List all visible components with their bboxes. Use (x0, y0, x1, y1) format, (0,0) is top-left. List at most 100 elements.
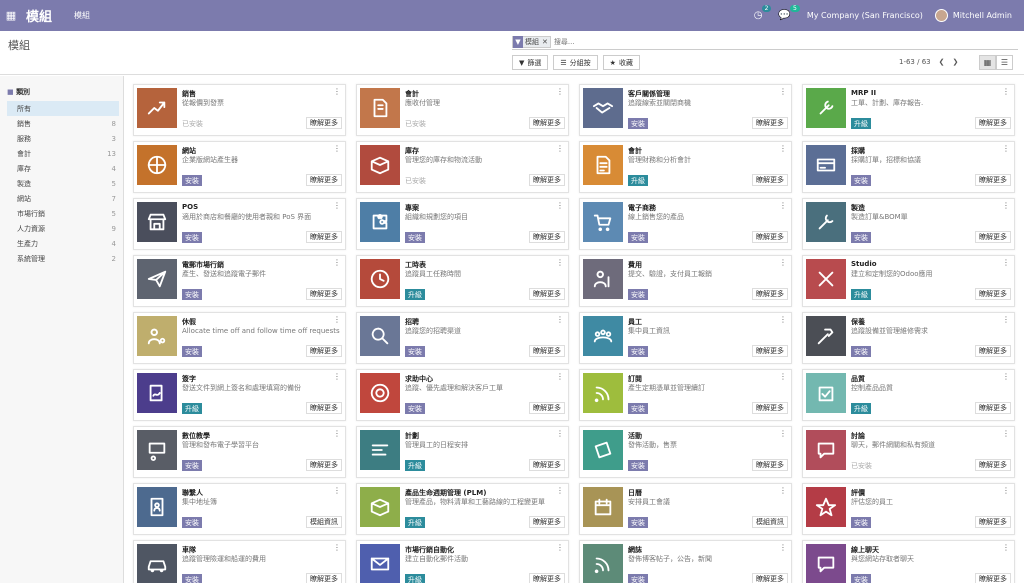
upgrade-button[interactable]: 升級 (405, 460, 425, 471)
learn-more-button[interactable]: 瞭解更多 (529, 345, 565, 357)
module-card[interactable]: 討論 聊天，郵件網關和私有頻道 已安裝 瞭解更多 ⋮ (802, 426, 1015, 478)
more-options-icon[interactable]: ⋮ (556, 372, 564, 381)
sidebar-item[interactable]: 銷售 8 (7, 116, 119, 131)
learn-more-button[interactable]: 瞭解更多 (306, 573, 342, 583)
learn-more-button[interactable]: 瞭解更多 (306, 288, 342, 300)
sidebar-item[interactable]: 製造 5 (7, 176, 119, 191)
learn-more-button[interactable]: 瞭解更多 (975, 402, 1011, 414)
learn-more-button[interactable]: 瞭解更多 (306, 174, 342, 186)
more-options-icon[interactable]: ⋮ (1002, 87, 1010, 96)
list-view-icon[interactable]: ☰ (996, 55, 1013, 70)
learn-more-button[interactable]: 模組資訊 (306, 516, 342, 528)
install-button[interactable]: 安裝 (628, 574, 648, 583)
module-card[interactable]: 採購 採購訂單，招標和協議 安裝 瞭解更多 ⋮ (802, 141, 1015, 193)
more-options-icon[interactable]: ⋮ (779, 315, 787, 324)
module-card[interactable]: 日曆 安排員工會議 安裝 模組資訊 ⋮ (579, 483, 792, 535)
sidebar-item[interactable]: 市場行銷 5 (7, 206, 119, 221)
messages-icon[interactable]: 💬 5 (778, 5, 800, 21)
upgrade-button[interactable]: 升級 (851, 403, 871, 414)
sidebar-item[interactable]: 系統管理 2 (7, 251, 119, 266)
learn-more-button[interactable]: 瞭解更多 (975, 516, 1011, 528)
more-options-icon[interactable]: ⋮ (1002, 201, 1010, 210)
install-button[interactable]: 安裝 (628, 232, 648, 243)
module-card[interactable]: 評價 評估您的員工 安裝 瞭解更多 ⋮ (802, 483, 1015, 535)
install-button[interactable]: 安裝 (851, 175, 871, 186)
module-card[interactable]: 網站 企業版網站產生器 安裝 瞭解更多 ⋮ (133, 141, 346, 193)
learn-more-button[interactable]: 瞭解更多 (975, 345, 1011, 357)
module-card[interactable]: 電子商務 線上銷售您的產品 安裝 瞭解更多 ⋮ (579, 198, 792, 250)
learn-more-button[interactable]: 模組資訊 (752, 516, 788, 528)
more-options-icon[interactable]: ⋮ (333, 201, 341, 210)
more-options-icon[interactable]: ⋮ (779, 372, 787, 381)
module-card[interactable]: 招聘 追蹤您的招聘渠道 安裝 瞭解更多 ⋮ (356, 312, 569, 364)
module-card[interactable]: 保養 追蹤設備並管理維修需求 安裝 瞭解更多 ⋮ (802, 312, 1015, 364)
user-menu[interactable]: Mitchell Admin (953, 11, 1012, 20)
learn-more-button[interactable]: 瞭解更多 (752, 573, 788, 583)
upgrade-button[interactable]: 升級 (182, 403, 202, 414)
module-card[interactable]: 客戶關係管理 追蹤線索並關閉商機 安裝 瞭解更多 ⋮ (579, 84, 792, 136)
close-icon[interactable]: ✕ (542, 38, 548, 46)
install-button[interactable]: 安裝 (628, 118, 648, 129)
install-button[interactable]: 安裝 (851, 346, 871, 357)
upgrade-button[interactable]: 升級 (405, 289, 425, 300)
app-brand[interactable]: 模組 (26, 6, 52, 25)
learn-more-button[interactable]: 瞭解更多 (752, 288, 788, 300)
company-switcher[interactable]: My Company (San Francisco) (807, 11, 923, 20)
module-card[interactable]: 簽字 發送文件到網上簽名和處理填寫的備份 升級 瞭解更多 ⋮ (133, 369, 346, 421)
learn-more-button[interactable]: 瞭解更多 (752, 459, 788, 471)
groupby-button[interactable]: ☰ 分組按 (553, 55, 598, 70)
learn-more-button[interactable]: 瞭解更多 (752, 231, 788, 243)
module-card[interactable]: 會計 管理財務和分析會計 升級 瞭解更多 ⋮ (579, 141, 792, 193)
more-options-icon[interactable]: ⋮ (1002, 543, 1010, 552)
module-card[interactable]: 電郵市場行銷 產生、發送和追蹤電子郵件 安裝 瞭解更多 ⋮ (133, 255, 346, 307)
install-button[interactable]: 安裝 (628, 403, 648, 414)
upgrade-button[interactable]: 升級 (851, 289, 871, 300)
more-options-icon[interactable]: ⋮ (779, 258, 787, 267)
learn-more-button[interactable]: 瞭解更多 (975, 573, 1011, 583)
learn-more-button[interactable]: 瞭解更多 (306, 231, 342, 243)
more-options-icon[interactable]: ⋮ (333, 315, 341, 324)
learn-more-button[interactable]: 瞭解更多 (975, 459, 1011, 471)
learn-more-button[interactable]: 瞭解更多 (975, 174, 1011, 186)
install-button[interactable]: 安裝 (851, 232, 871, 243)
sidebar-item[interactable]: 服務 3 (7, 131, 119, 146)
install-button[interactable]: 安裝 (405, 403, 425, 414)
sidebar-item[interactable]: 庫存 4 (7, 161, 119, 176)
module-card[interactable]: 銷售 從報價到發票 已安裝 瞭解更多 ⋮ (133, 84, 346, 136)
learn-more-button[interactable]: 瞭解更多 (529, 459, 565, 471)
search-facet[interactable]: ▼ 模組 ✕ (512, 36, 551, 48)
learn-more-button[interactable]: 瞭解更多 (752, 345, 788, 357)
more-options-icon[interactable]: ⋮ (1002, 258, 1010, 267)
learn-more-button[interactable]: 瞭解更多 (306, 459, 342, 471)
module-card[interactable]: 庫存 管理您的庫存和物流活動 已安裝 瞭解更多 ⋮ (356, 141, 569, 193)
pager-value[interactable]: 1-63 / 63 (899, 58, 931, 66)
chevron-right-icon[interactable]: ❯ (952, 58, 958, 66)
learn-more-button[interactable]: 瞭解更多 (975, 117, 1011, 129)
module-card[interactable]: 求助中心 追蹤、優先處理和解決客戶工單 安裝 瞭解更多 ⋮ (356, 369, 569, 421)
more-options-icon[interactable]: ⋮ (779, 543, 787, 552)
install-button[interactable]: 安裝 (182, 346, 202, 357)
filters-button[interactable]: ▼ 篩選 (512, 55, 549, 70)
chevron-left-icon[interactable]: ❮ (939, 58, 945, 66)
more-options-icon[interactable]: ⋮ (1002, 429, 1010, 438)
more-options-icon[interactable]: ⋮ (556, 144, 564, 153)
learn-more-button[interactable]: 瞭解更多 (529, 231, 565, 243)
install-button[interactable]: 安裝 (182, 289, 202, 300)
more-options-icon[interactable]: ⋮ (1002, 486, 1010, 495)
learn-more-button[interactable]: 瞭解更多 (975, 231, 1011, 243)
install-button[interactable]: 安裝 (182, 517, 202, 528)
avatar[interactable] (934, 9, 948, 22)
apps-menu-icon[interactable]: ▦ (0, 9, 22, 22)
module-card[interactable]: 數位教學 管理和發布電子學習平台 安裝 瞭解更多 ⋮ (133, 426, 346, 478)
module-card[interactable]: 製造 製造訂單&BOM單 安裝 瞭解更多 ⋮ (802, 198, 1015, 250)
more-options-icon[interactable]: ⋮ (556, 315, 564, 324)
sidebar-item[interactable]: 所有 (7, 101, 119, 116)
install-button[interactable]: 安裝 (851, 574, 871, 583)
module-card[interactable]: 品質 控制產品品質 升級 瞭解更多 ⋮ (802, 369, 1015, 421)
more-options-icon[interactable]: ⋮ (333, 429, 341, 438)
sidebar-item[interactable]: 人力資源 9 (7, 221, 119, 236)
module-card[interactable]: 聯繫人 集中地址簿 安裝 模組資訊 ⋮ (133, 483, 346, 535)
module-card[interactable]: 計劃 管理員工的日程安排 升級 瞭解更多 ⋮ (356, 426, 569, 478)
upgrade-button[interactable]: 升級 (405, 574, 425, 583)
learn-more-button[interactable]: 瞭解更多 (975, 288, 1011, 300)
